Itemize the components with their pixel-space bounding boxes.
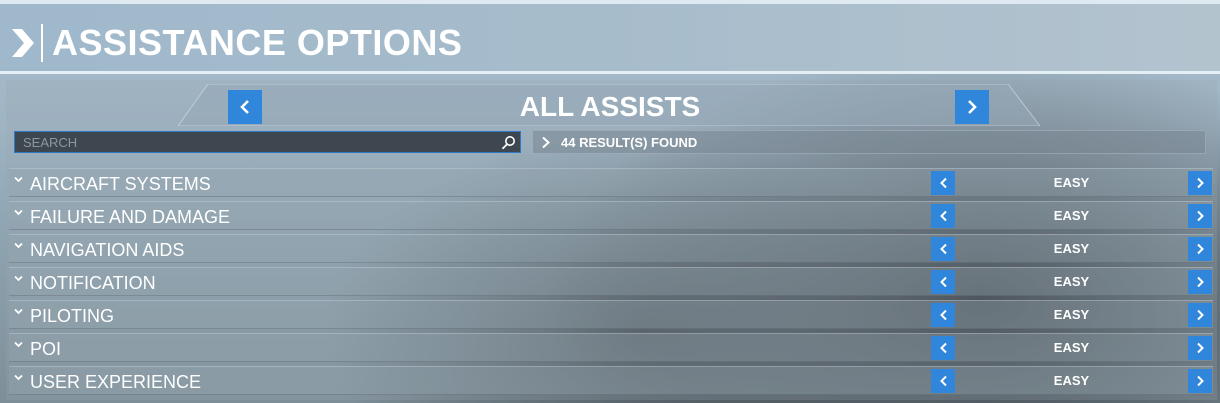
option-label: USER EXPERIENCE bbox=[30, 372, 202, 392]
chevron-right-icon bbox=[1196, 375, 1204, 387]
chevron-right-icon bbox=[542, 136, 550, 149]
option-prev-button[interactable] bbox=[931, 237, 955, 261]
option-label: AIRCRAFT SYSTEMS bbox=[30, 174, 211, 194]
option-row-user-experience[interactable]: USER EXPERIENCE EASY bbox=[9, 366, 1213, 395]
chevron-right-icon bbox=[968, 100, 977, 114]
option-label: POI bbox=[30, 339, 62, 359]
category-next-button[interactable] bbox=[955, 90, 989, 124]
option-prev-button[interactable] bbox=[931, 171, 955, 195]
chevron-left-icon bbox=[939, 309, 947, 321]
chevron-down-icon bbox=[14, 308, 23, 315]
option-row-failure-and-damage[interactable]: FAILURE AND DAMAGE EASY bbox=[9, 201, 1213, 230]
chevron-right-icon bbox=[1196, 342, 1204, 354]
page-title: ASSISTANCE OPTIONS bbox=[52, 22, 463, 63]
option-next-button[interactable] bbox=[1188, 171, 1212, 195]
chevron-right-icon bbox=[1196, 309, 1204, 321]
option-label: FAILURE AND DAMAGE bbox=[30, 207, 231, 227]
search-icon[interactable] bbox=[501, 135, 516, 150]
option-value: EASY bbox=[1053, 241, 1090, 256]
option-label: PILOTING bbox=[30, 306, 115, 326]
option-prev-button[interactable] bbox=[931, 369, 955, 393]
chevron-right-icon bbox=[12, 29, 34, 57]
option-row-aircraft-systems[interactable]: AIRCRAFT SYSTEMS EASY bbox=[9, 168, 1213, 197]
option-label: NAVIGATION AIDS bbox=[30, 240, 185, 260]
option-value: EASY bbox=[1053, 274, 1090, 289]
search-input[interactable] bbox=[23, 132, 493, 152]
chevron-right-icon bbox=[1196, 177, 1204, 189]
header-divider bbox=[0, 71, 1220, 74]
option-value: EASY bbox=[1053, 208, 1090, 223]
results-count: 44 RESULT(S) FOUND bbox=[561, 135, 698, 150]
chevron-down-icon bbox=[14, 242, 23, 249]
option-prev-button[interactable] bbox=[931, 270, 955, 294]
chevron-right-icon bbox=[1196, 243, 1204, 255]
results-bar: 44 RESULT(S) FOUND bbox=[532, 130, 1206, 154]
chevron-left-icon bbox=[939, 342, 947, 354]
chevron-left-icon bbox=[939, 276, 947, 288]
option-next-button[interactable] bbox=[1188, 204, 1212, 228]
chevron-left-icon bbox=[939, 243, 947, 255]
header-bar: ASSISTANCE OPTIONS bbox=[0, 4, 1220, 71]
option-next-button[interactable] bbox=[1188, 369, 1212, 393]
chevron-down-icon bbox=[14, 374, 23, 381]
title-separator bbox=[41, 24, 43, 62]
chevron-left-icon bbox=[240, 100, 249, 114]
chevron-left-icon bbox=[939, 177, 947, 189]
chevron-left-icon bbox=[939, 375, 947, 387]
chevron-down-icon bbox=[14, 209, 23, 216]
chevron-right-icon bbox=[1196, 210, 1204, 222]
chevron-right-icon bbox=[1196, 276, 1204, 288]
option-row-poi[interactable]: POI EASY bbox=[9, 333, 1213, 362]
option-prev-button[interactable] bbox=[931, 303, 955, 327]
option-next-button[interactable] bbox=[1188, 270, 1212, 294]
option-row-piloting[interactable]: PILOTING EASY bbox=[9, 300, 1213, 329]
chevron-down-icon bbox=[14, 341, 23, 348]
chevron-down-icon bbox=[14, 176, 23, 183]
option-next-button[interactable] bbox=[1188, 237, 1212, 261]
option-prev-button[interactable] bbox=[931, 204, 955, 228]
option-prev-button[interactable] bbox=[931, 336, 955, 360]
option-row-navigation-aids[interactable]: NAVIGATION AIDS EASY bbox=[9, 234, 1213, 263]
option-value: EASY bbox=[1053, 373, 1090, 388]
search-box bbox=[14, 131, 521, 153]
option-value: EASY bbox=[1053, 340, 1090, 355]
chevron-down-icon bbox=[14, 275, 23, 282]
option-next-button[interactable] bbox=[1188, 303, 1212, 327]
category-title: ALL ASSISTS bbox=[519, 91, 701, 122]
chevron-left-icon bbox=[939, 210, 947, 222]
option-row-notification[interactable]: NOTIFICATION EASY bbox=[9, 267, 1213, 296]
option-value: EASY bbox=[1053, 307, 1090, 322]
option-value: EASY bbox=[1053, 175, 1090, 190]
category-prev-button[interactable] bbox=[228, 90, 262, 124]
option-label: NOTIFICATION bbox=[30, 273, 156, 293]
option-next-button[interactable] bbox=[1188, 336, 1212, 360]
